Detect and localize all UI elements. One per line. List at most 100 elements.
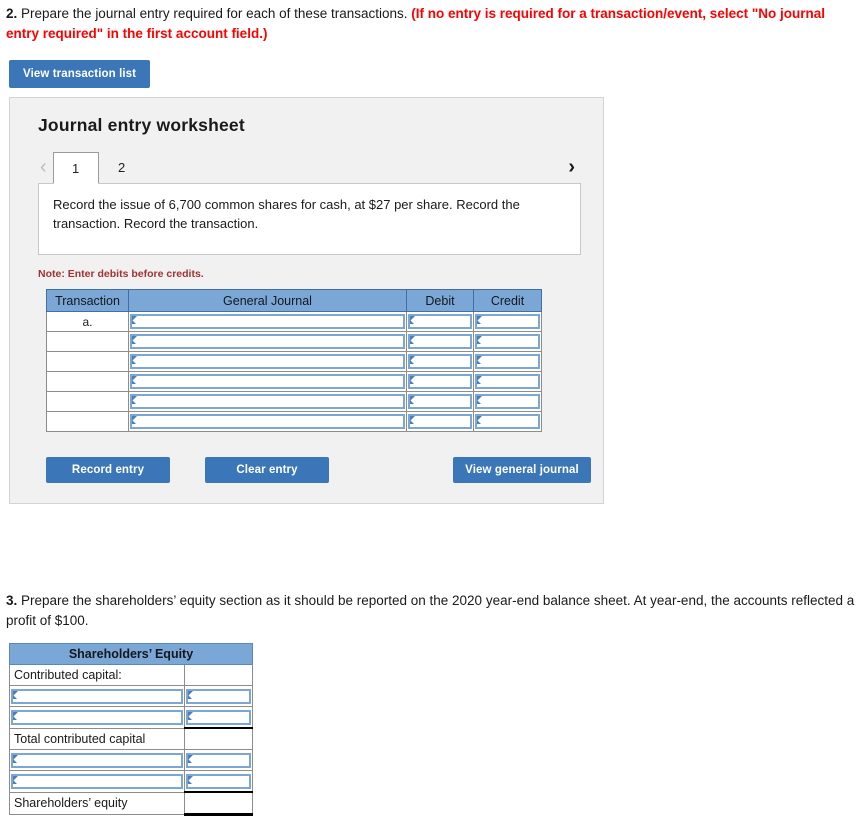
debit-cell-3[interactable] [406, 351, 474, 372]
credit-input-6[interactable] [475, 414, 540, 429]
chevron-left-icon[interactable]: ‹ [38, 157, 53, 183]
general-journal-cell-4[interactable] [128, 371, 407, 392]
list-item [9, 749, 253, 771]
worksheet-tabs: 1 2 [52, 151, 567, 184]
table-row [46, 351, 542, 372]
transaction-label-5 [46, 391, 129, 412]
table-row [46, 331, 542, 352]
equity-header-row: Shareholders’ Equity [9, 643, 253, 665]
list-item: Shareholders’ equity [9, 791, 253, 816]
equity-account-select-1[interactable] [11, 688, 183, 704]
table-row: a. [46, 311, 542, 332]
view-general-journal-button[interactable]: View general journal [453, 457, 591, 483]
transaction-prompt: Record the issue of 6,700 common shares … [38, 183, 581, 255]
equity-value-cell-3[interactable] [184, 706, 253, 729]
equity-label-cell-5[interactable] [9, 749, 185, 771]
debit-cell-2[interactable] [406, 331, 474, 352]
credit-cell-6[interactable] [473, 411, 542, 432]
question-2-text: Prepare the journal entry required for e… [17, 6, 412, 21]
account-select-5[interactable] [130, 394, 405, 409]
list-item [9, 706, 253, 729]
equity-label-shareholders-equity: Shareholders’ equity [14, 796, 128, 811]
credit-cell-4[interactable] [473, 371, 542, 392]
worksheet-tab-strip: ‹ 1 2 › [38, 150, 581, 184]
credit-input-3[interactable] [475, 354, 540, 369]
transaction-label-2 [46, 331, 129, 352]
equity-value-total-contributed-capital [184, 727, 253, 750]
equity-value-cell-5[interactable] [184, 749, 253, 771]
debit-input-3[interactable] [408, 354, 472, 369]
general-journal-cell-5[interactable] [128, 391, 407, 412]
debit-input-2[interactable] [408, 334, 472, 349]
account-select-3[interactable] [130, 354, 405, 369]
credit-input-1[interactable] [475, 314, 540, 329]
journal-table-header-row: Transaction General Journal Debit Credit [46, 289, 542, 312]
debit-cell-1[interactable] [406, 311, 474, 332]
credit-cell-3[interactable] [473, 351, 542, 372]
general-journal-cell-6[interactable] [128, 411, 407, 432]
tab-1[interactable]: 1 [52, 152, 99, 184]
equity-value-cell-6[interactable] [184, 770, 253, 793]
debit-input-5[interactable] [408, 394, 472, 409]
account-select-1[interactable] [130, 314, 405, 329]
transaction-label-6 [46, 411, 129, 432]
account-select-6[interactable] [130, 414, 405, 429]
credit-cell-1[interactable] [473, 311, 542, 332]
chevron-right-icon[interactable]: › [566, 157, 581, 183]
equity-label-cell-6[interactable] [9, 770, 185, 793]
equity-amount-input-3[interactable] [186, 752, 251, 768]
list-item: Total contributed capital [9, 727, 253, 750]
worksheet-title: Journal entry worksheet [38, 115, 245, 135]
transaction-label-3 [46, 351, 129, 372]
equity-label-cell-3[interactable] [9, 706, 185, 729]
journal-entry-table: Transaction General Journal Debit Credit… [46, 289, 542, 432]
general-journal-cell-1[interactable] [128, 311, 407, 332]
question-2: 2. Prepare the journal entry required fo… [0, 0, 864, 43]
account-select-2[interactable] [130, 334, 405, 349]
column-header-transaction: Transaction [46, 289, 129, 312]
equity-value-cell-2[interactable] [184, 685, 253, 707]
debit-cell-4[interactable] [406, 371, 474, 392]
column-header-credit: Credit [473, 289, 542, 312]
equity-account-select-4[interactable] [11, 773, 183, 789]
list-item [9, 685, 253, 707]
transaction-label-1: a. [46, 311, 129, 332]
debits-before-credits-note: Note: Enter debits before credits. [38, 268, 204, 280]
debit-input-4[interactable] [408, 374, 472, 389]
credit-input-4[interactable] [475, 374, 540, 389]
debit-cell-6[interactable] [406, 411, 474, 432]
question-2-number: 2. [6, 6, 18, 21]
table-row [46, 411, 542, 432]
debit-cell-5[interactable] [406, 391, 474, 412]
credit-input-5[interactable] [475, 394, 540, 409]
table-row [46, 391, 542, 412]
list-item [9, 770, 253, 793]
debit-input-1[interactable] [408, 314, 472, 329]
credit-input-2[interactable] [475, 334, 540, 349]
equity-amount-input-1[interactable] [186, 688, 251, 704]
question-3-text: Prepare the shareholders’ equity section… [6, 593, 855, 628]
equity-label-1: Contributed capital: [14, 668, 122, 682]
credit-cell-2[interactable] [473, 331, 542, 352]
worksheet-action-row: Record entry Clear entry View general jo… [38, 457, 591, 483]
record-entry-button[interactable]: Record entry [46, 457, 170, 483]
view-transaction-list-button[interactable]: View transaction list [9, 60, 151, 89]
account-select-4[interactable] [130, 374, 405, 389]
debit-input-6[interactable] [408, 414, 472, 429]
general-journal-cell-2[interactable] [128, 331, 407, 352]
question-3: 3. Prepare the shareholders’ equity sect… [0, 587, 864, 630]
equity-amount-input-2[interactable] [186, 709, 251, 725]
general-journal-cell-3[interactable] [128, 351, 407, 372]
equity-amount-input-4[interactable] [186, 773, 251, 789]
question-3-number: 3. [6, 593, 18, 608]
clear-entry-button[interactable]: Clear entry [205, 457, 329, 483]
equity-label-cell-2[interactable] [9, 685, 185, 707]
table-row [46, 371, 542, 392]
equity-account-select-2[interactable] [11, 709, 183, 725]
credit-cell-5[interactable] [473, 391, 542, 412]
transaction-label-4 [46, 371, 129, 392]
tab-2[interactable]: 2 [99, 151, 145, 183]
equity-account-select-3[interactable] [11, 752, 183, 768]
equity-value-shareholders-equity [184, 791, 253, 816]
column-header-general-journal: General Journal [128, 289, 407, 312]
